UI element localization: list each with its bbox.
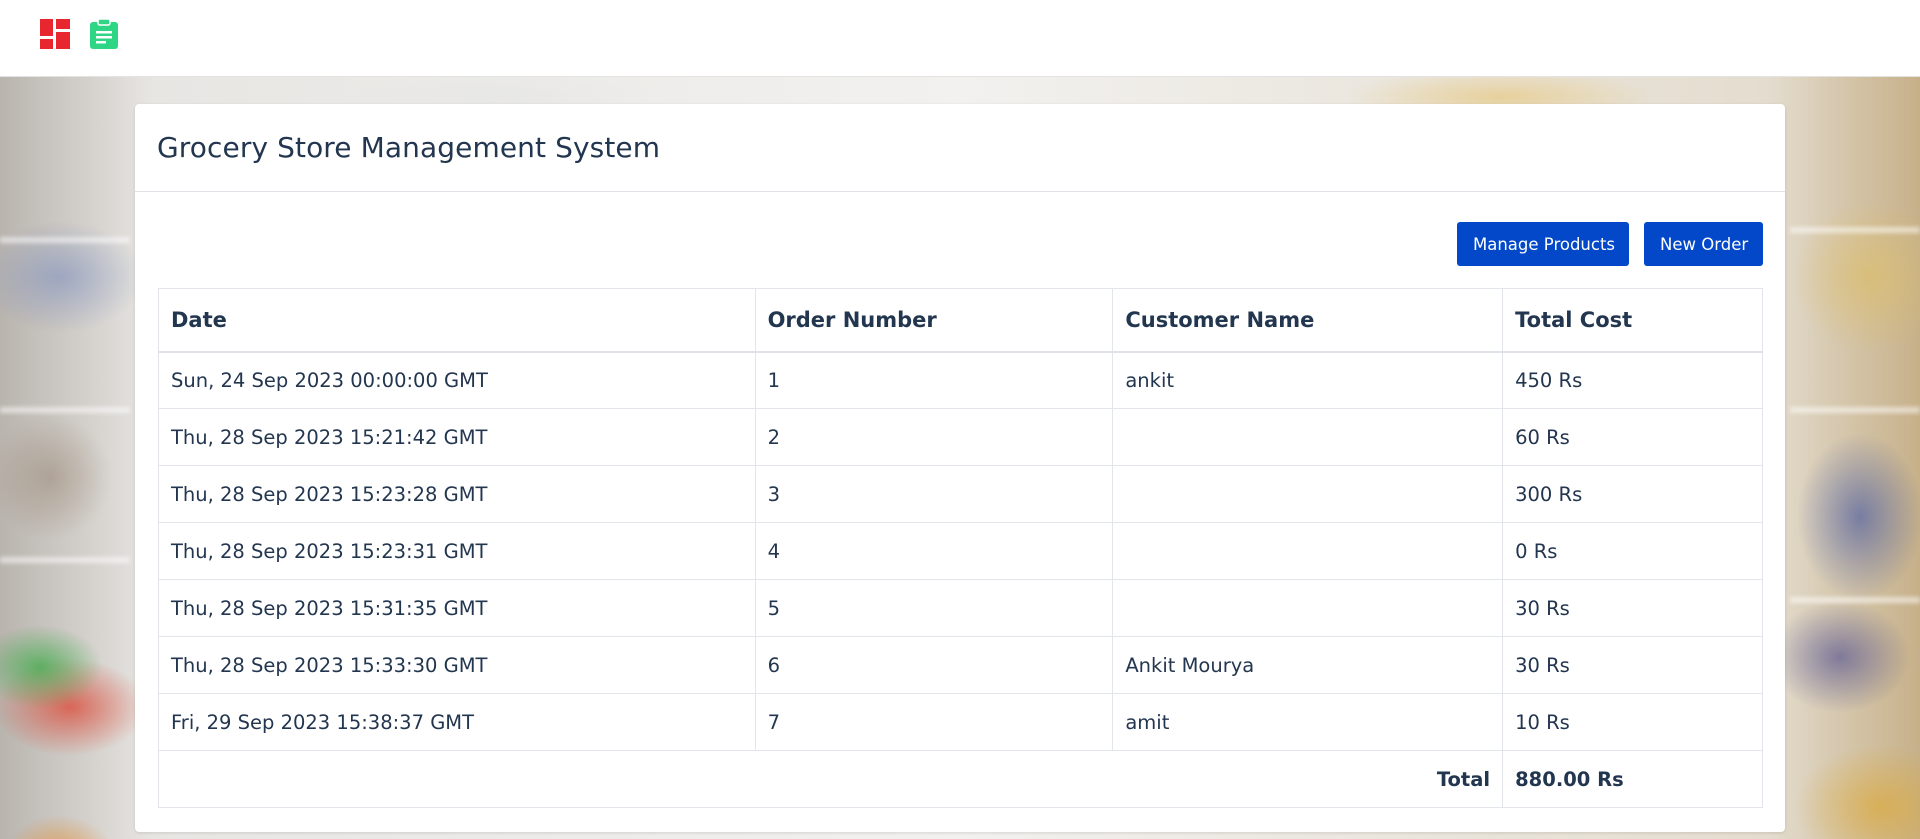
cell-total-cost: 60 Rs bbox=[1502, 408, 1763, 466]
cell-customer-name: Ankit Mourya bbox=[1112, 636, 1504, 694]
cell-total-cost: 300 Rs bbox=[1502, 465, 1763, 523]
cell-customer-name: ankit bbox=[1112, 351, 1504, 409]
cell-total-cost: 30 Rs bbox=[1502, 579, 1763, 637]
orders-table: Date Order Number Customer Name Total Co… bbox=[157, 288, 1763, 808]
cell-date: Fri, 29 Sep 2023 15:38:37 GMT bbox=[158, 693, 756, 751]
column-header-date: Date bbox=[158, 288, 756, 353]
cell-order-number: 2 bbox=[754, 408, 1114, 466]
cell-date: Thu, 28 Sep 2023 15:23:28 GMT bbox=[158, 465, 756, 523]
cell-customer-name: amit bbox=[1112, 693, 1504, 751]
cell-date: Thu, 28 Sep 2023 15:21:42 GMT bbox=[158, 408, 756, 466]
cell-order-number: 7 bbox=[754, 693, 1114, 751]
table-row: Thu, 28 Sep 2023 15:23:31 GMT 4 0 Rs bbox=[158, 522, 1763, 580]
page-title: Grocery Store Management System bbox=[157, 131, 661, 164]
table-row: Thu, 28 Sep 2023 15:23:28 GMT 3 300 Rs bbox=[158, 465, 1763, 523]
cell-total-cost: 450 Rs bbox=[1502, 351, 1763, 409]
table-row: Thu, 28 Sep 2023 15:33:30 GMT 6 Ankit Mo… bbox=[158, 636, 1763, 694]
cell-customer-name bbox=[1112, 408, 1504, 466]
table-row: Sun, 24 Sep 2023 00:00:00 GMT 1 ankit 45… bbox=[158, 351, 1763, 409]
cell-total-cost: 0 Rs bbox=[1502, 522, 1763, 580]
column-header-total-cost: Total Cost bbox=[1502, 288, 1763, 353]
cell-customer-name bbox=[1112, 579, 1504, 637]
manage-products-button[interactable]: Manage Products bbox=[1457, 222, 1629, 266]
table-total-row: Total 880.00 Rs bbox=[157, 750, 1763, 808]
cell-order-number: 4 bbox=[754, 522, 1114, 580]
cell-date: Sun, 24 Sep 2023 00:00:00 GMT bbox=[158, 351, 756, 409]
cell-order-number: 1 bbox=[754, 351, 1114, 409]
order-clipboard-icon[interactable] bbox=[88, 18, 120, 50]
new-order-button[interactable]: New Order bbox=[1644, 222, 1763, 266]
card-header: Grocery Store Management System bbox=[135, 104, 1785, 192]
table-header-row: Date Order Number Customer Name Total Co… bbox=[158, 288, 1763, 353]
column-header-order-number: Order Number bbox=[754, 288, 1114, 353]
total-label: Total bbox=[157, 750, 1504, 808]
table-row: Thu, 28 Sep 2023 15:31:35 GMT 5 30 Rs bbox=[158, 579, 1763, 637]
column-header-customer-name: Customer Name bbox=[1112, 288, 1504, 353]
cell-order-number: 6 bbox=[754, 636, 1114, 694]
cell-date: Thu, 28 Sep 2023 15:31:35 GMT bbox=[158, 579, 756, 637]
dashboard-icon[interactable] bbox=[39, 18, 71, 50]
table-row: Fri, 29 Sep 2023 15:38:37 GMT 7 amit 10 … bbox=[158, 693, 1763, 751]
cell-customer-name bbox=[1112, 465, 1504, 523]
cell-customer-name bbox=[1112, 522, 1504, 580]
orders-card: Grocery Store Management System Manage P… bbox=[135, 104, 1785, 832]
table-row: Thu, 28 Sep 2023 15:21:42 GMT 2 60 Rs bbox=[158, 408, 1763, 466]
cell-total-cost: 30 Rs bbox=[1502, 636, 1763, 694]
cell-order-number: 3 bbox=[754, 465, 1114, 523]
cell-date: Thu, 28 Sep 2023 15:33:30 GMT bbox=[158, 636, 756, 694]
cell-total-cost: 10 Rs bbox=[1502, 693, 1763, 751]
cell-date: Thu, 28 Sep 2023 15:23:31 GMT bbox=[158, 522, 756, 580]
cell-order-number: 5 bbox=[754, 579, 1114, 637]
total-value: 880.00 Rs bbox=[1502, 750, 1763, 808]
top-navbar bbox=[0, 0, 1920, 77]
